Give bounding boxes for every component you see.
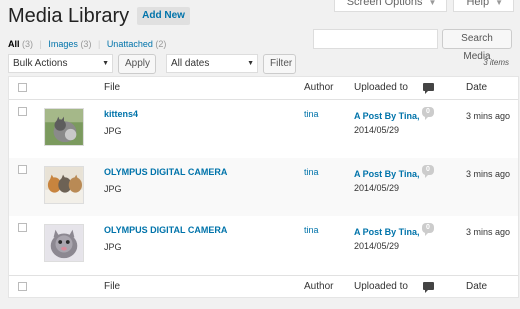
column-date[interactable]: Date (466, 82, 487, 93)
attached-post-date: 2014/05/29 (354, 183, 400, 193)
chevron-down-icon: ▼ (428, 0, 437, 7)
upload-date: 3 mins ago (466, 111, 511, 121)
help-tab[interactable]: Help ▼ (453, 0, 514, 12)
search-media-button[interactable]: Search Media (442, 29, 512, 62)
table-header: File Author Uploaded to Date (9, 77, 518, 100)
comment-count-badge[interactable]: 0 (422, 107, 434, 120)
chevron-down-icon: ▼ (247, 60, 254, 67)
column-uploaded-to[interactable]: Uploaded to (354, 281, 408, 292)
screen-options-label: Screen Options (346, 0, 423, 8)
filter-images-count: (3) (80, 39, 92, 49)
column-author: Author (304, 82, 334, 93)
add-new-button[interactable]: Add New (137, 7, 190, 25)
chevron-down-icon: ▼ (495, 0, 503, 7)
attached-post-date: 2014/05/29 (354, 241, 400, 251)
items-count: 3 items (483, 58, 509, 67)
column-file[interactable]: File (104, 281, 120, 292)
filter-button[interactable]: Filter (263, 54, 296, 74)
comment-bubble-icon[interactable] (423, 282, 434, 293)
table-footer: File Author Uploaded to Date (9, 275, 518, 298)
date-filter-select[interactable]: All dates ▼ (166, 54, 258, 73)
upload-date: 3 mins ago (466, 169, 511, 179)
media-filter-links: All (3) | Images (3) | Unattached (2) (8, 39, 167, 49)
author-link[interactable]: tina (304, 225, 319, 235)
date-filter-value: All dates (171, 58, 210, 69)
upload-date: 3 mins ago (466, 227, 511, 237)
help-label: Help (466, 0, 490, 8)
file-title-link[interactable]: OLYMPUS DIGITAL CAMERA (104, 167, 227, 177)
file-type: JPG (104, 126, 122, 136)
comment-bubble-icon[interactable] (423, 83, 434, 94)
bulk-actions-select[interactable]: Bulk Actions ▼ (8, 54, 113, 73)
filter-unattached-count: (2) (155, 39, 167, 49)
thumbnail-image[interactable] (44, 108, 84, 146)
table-row: OLYMPUS DIGITAL CAMERA JPG tina A Post B… (9, 216, 518, 274)
apply-button[interactable]: Apply (118, 54, 156, 74)
select-all-checkbox[interactable] (18, 282, 27, 291)
screen-options-tab[interactable]: Screen Options ▼ (333, 0, 448, 12)
thumbnail-image[interactable] (44, 224, 84, 262)
author-link[interactable]: tina (304, 109, 319, 119)
row-checkbox[interactable] (18, 223, 27, 232)
table-row: kittens4 JPG tina A Post By Tina, 2014/0… (9, 100, 518, 158)
page-title: Media Library (8, 5, 130, 27)
row-checkbox[interactable] (18, 107, 27, 116)
file-type: JPG (104, 184, 122, 194)
bulk-actions-value: Bulk Actions (13, 58, 68, 69)
chevron-down-icon: ▼ (102, 60, 109, 67)
title-row: Media Library Add New (8, 4, 190, 28)
author-link[interactable]: tina (304, 167, 319, 177)
media-table: File Author Uploaded to Date kittens4 JP… (8, 76, 519, 298)
thumbnail-image[interactable] (44, 166, 84, 204)
column-date[interactable]: Date (466, 281, 487, 292)
table-row: OLYMPUS DIGITAL CAMERA JPG tina A Post B… (9, 158, 518, 216)
file-type: JPG (104, 242, 122, 252)
filter-all[interactable]: All (8, 39, 20, 49)
screen-meta-links: Screen Options ▼ Help ▼ (333, 0, 514, 12)
filter-unattached[interactable]: Unattached (107, 39, 153, 49)
comment-count-badge[interactable]: 0 (422, 223, 434, 236)
column-author: Author (304, 281, 334, 292)
select-all-checkbox[interactable] (18, 83, 27, 92)
filter-all-count: (3) (22, 39, 34, 49)
column-uploaded-to[interactable]: Uploaded to (354, 82, 408, 93)
file-title-link[interactable]: kittens4 (104, 109, 138, 119)
attached-post-date: 2014/05/29 (354, 125, 400, 135)
file-title-link[interactable]: OLYMPUS DIGITAL CAMERA (104, 225, 227, 235)
search-input[interactable] (313, 29, 438, 49)
comment-count-badge[interactable]: 0 (422, 165, 434, 178)
column-file[interactable]: File (104, 82, 120, 93)
filter-images[interactable]: Images (48, 39, 78, 49)
row-checkbox[interactable] (18, 165, 27, 174)
